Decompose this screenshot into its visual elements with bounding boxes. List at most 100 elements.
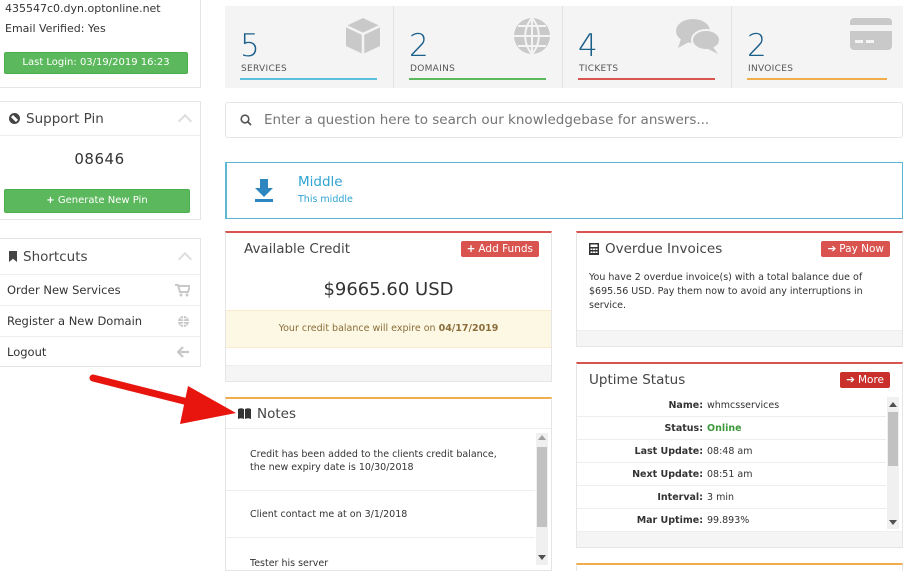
scroll-down-icon[interactable] [889, 520, 897, 525]
uptime-status-title: Uptime Status [589, 372, 686, 388]
download-icon [255, 179, 273, 202]
shortcuts-title: Shortcuts [23, 248, 88, 265]
add-funds-label: Add Funds [478, 243, 533, 255]
uptime-value: 08:48 am [707, 445, 753, 457]
client-info-panel: 435547c0.dyn.optonline.net Email Verifie… [0, 0, 201, 88]
support-pin-panel: Support Pin 08646 + Generate New Pin [0, 101, 201, 220]
cart-icon [175, 283, 190, 296]
announcement-title[interactable]: Middle [298, 174, 343, 190]
note-item: Credit has been added to the clients cre… [226, 431, 535, 491]
support-pin-header: Support Pin [0, 102, 200, 136]
shortcut-order-services[interactable]: Order New Services [0, 274, 200, 305]
uptime-row-name: Name: whmcsservices [577, 394, 886, 417]
next-panel-edge [576, 563, 903, 571]
scroll-up-icon[interactable] [889, 402, 897, 407]
panel-footer [226, 365, 551, 381]
shortcut-register-domain[interactable]: Register a New Domain [0, 305, 200, 336]
shortcut-label: Logout [7, 345, 47, 359]
available-credit-title: Available Credit [244, 241, 350, 257]
available-credit-panel: Available Credit + Add Funds $9665.60 US… [225, 231, 552, 382]
stat-value: 5 [240, 28, 260, 64]
notes-scroll-thumb[interactable] [537, 447, 547, 527]
uptime-value: 3 min [707, 491, 734, 503]
stat-bar [240, 78, 377, 80]
notes-header: Notes [226, 399, 551, 429]
overdue-invoices-title: Overdue Invoices [605, 241, 723, 257]
uptime-key: Interval: [657, 491, 703, 503]
note-text: Credit has been added to the clients cre… [250, 448, 497, 473]
uptime-row-last-update: Last Update: 08:48 am [577, 440, 886, 463]
uptime-value: 99.893% [707, 514, 750, 526]
uptime-key: Mar Uptime: [636, 514, 703, 526]
uptime-key: Status: [664, 422, 703, 434]
stat-tickets[interactable]: 4 TICKETS [563, 6, 732, 88]
generate-pin-button[interactable]: + Generate New Pin [4, 189, 190, 213]
last-login-button[interactable]: Last Login: 03/19/2019 16:23 [4, 52, 188, 74]
stat-bar [747, 78, 887, 80]
support-pin-value: 08646 [74, 150, 125, 168]
panel-footer [577, 330, 902, 346]
credit-expiry-date: 04/17/2019 [438, 323, 499, 334]
more-button[interactable]: ➔ More [840, 372, 890, 388]
uptime-value: 08:51 am [707, 468, 753, 480]
client-hostname: 435547c0.dyn.optonline.net [5, 2, 161, 15]
credit-expiry-text: Your credit balance will expire on [278, 323, 439, 334]
plus-icon: + [466, 243, 476, 255]
uptime-scroll-thumb[interactable] [888, 412, 898, 466]
kb-search-box[interactable] [225, 102, 903, 138]
plus-icon: + [46, 195, 55, 206]
search-icon [240, 114, 252, 126]
announcement-subtitle: This middle [298, 194, 353, 205]
note-item: Tester his server [226, 538, 535, 571]
arrow-right-icon: ➔ [846, 374, 855, 386]
arrow-left-icon [177, 346, 189, 358]
uptime-key: Last Update: [634, 445, 703, 457]
stat-bar [578, 78, 715, 80]
stat-invoices[interactable]: 2 INVOICES [732, 6, 903, 88]
collapse-chevron-icon[interactable] [177, 113, 193, 129]
scroll-down-icon[interactable] [538, 555, 546, 560]
bookmark-icon [9, 251, 17, 262]
shortcuts-header: Shortcuts [0, 239, 200, 274]
stat-label: TICKETS [579, 64, 619, 74]
annotation-arrow-icon [89, 374, 236, 424]
stat-value: 2 [747, 28, 767, 64]
uptime-row-month-uptime: Mar Uptime: 99.893% [577, 509, 886, 532]
note-text: Tester his server [250, 558, 329, 569]
kb-search-input[interactable] [264, 109, 884, 131]
more-label: More [857, 374, 884, 386]
arrow-right-icon: ➔ [827, 243, 837, 255]
collapse-chevron-icon[interactable] [177, 251, 193, 267]
shortcut-label: Order New Services [7, 283, 121, 297]
notes-list[interactable]: Credit has been added to the clients cre… [226, 431, 535, 571]
shortcut-label: Register a New Domain [7, 314, 143, 328]
stat-value: 2 [409, 28, 429, 64]
comments-icon [676, 19, 721, 54]
stat-services[interactable]: 5 SERVICES [225, 6, 394, 88]
add-funds-button[interactable]: + Add Funds [460, 241, 539, 257]
uptime-status-header: Uptime Status ➔ More [577, 364, 902, 396]
stat-label: DOMAINS [410, 64, 456, 74]
available-credit-header: Available Credit + Add Funds [226, 233, 551, 265]
stat-domains[interactable]: 2 DOMAINS [394, 6, 563, 88]
pay-now-button[interactable]: ➔ Pay Now [821, 241, 890, 257]
support-pin-title: Support Pin [26, 110, 104, 127]
uptime-value: whmcsservices [707, 399, 780, 411]
credit-amount: $9665.60 USD [323, 279, 454, 300]
uptime-row-interval: Interval: 3 min [577, 486, 886, 509]
uptime-table: Name: whmcsservices Status: Online Last Up… [577, 394, 886, 532]
overdue-invoices-header: Overdue Invoices ➔ Pay Now [577, 233, 902, 265]
credit-card-icon [850, 18, 892, 50]
overdue-message: You have 2 overdue invoice(s) with a tot… [589, 272, 863, 311]
note-item: Client contact me at on 3/1/2018 [226, 491, 535, 538]
announcement-panel[interactable]: Middle This middle [225, 162, 903, 219]
overdue-invoices-panel: Overdue Invoices ➔ Pay Now You have 2 ov… [576, 231, 903, 347]
scroll-up-icon[interactable] [538, 435, 546, 440]
notes-panel: Notes Credit has been added to the clien… [225, 397, 552, 571]
shortcut-logout[interactable]: Logout [0, 336, 200, 367]
uptime-key: Name: [668, 399, 703, 411]
stat-value: 4 [578, 28, 598, 64]
uptime-key: Next Update: [632, 468, 703, 480]
book-icon [238, 408, 251, 419]
stat-bar [409, 78, 546, 80]
